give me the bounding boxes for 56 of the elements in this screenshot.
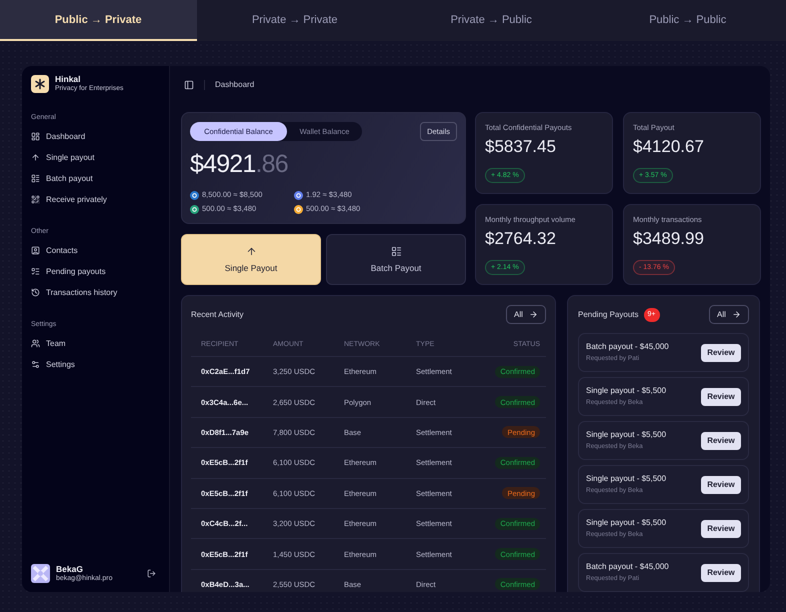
settings-icon <box>31 360 40 369</box>
view-all-button[interactable]: All <box>506 305 546 324</box>
sidebar-item[interactable]: Transactions history <box>31 282 118 303</box>
payout-action-button[interactable]: Batch Payout <box>326 234 466 285</box>
history-icon <box>31 288 40 297</box>
sidebar-item[interactable]: Receive privately <box>31 189 107 210</box>
panel-title: Recent Activity <box>191 310 244 319</box>
stat-value: $2764.32 <box>485 229 556 249</box>
panel-title: Pending Payouts <box>578 310 638 319</box>
review-button[interactable]: Review <box>701 564 741 582</box>
review-button[interactable]: Review <box>701 344 741 362</box>
payout-title: Single payout - $5,500 <box>586 386 666 396</box>
contact-card-icon <box>31 246 40 255</box>
qr-code-icon <box>31 195 40 204</box>
sidebar-item[interactable]: Team <box>31 333 66 354</box>
review-button[interactable]: Review <box>701 432 741 450</box>
review-button[interactable]: Review <box>701 476 741 494</box>
payout-title: Batch payout - $45,000 <box>586 562 669 572</box>
list-icon <box>31 174 40 183</box>
payout-title: Single payout - $5,500 <box>586 430 666 440</box>
sidebar-item[interactable]: Pending payouts <box>31 261 106 282</box>
payout-title: Single payout - $5,500 <box>586 518 666 528</box>
arrow-right-icon <box>732 310 741 319</box>
stat-value: $4120.67 <box>633 137 704 157</box>
arrow-up-icon <box>31 153 40 162</box>
mode-tab[interactable]: Private → Private <box>196 0 393 41</box>
list-icon <box>390 246 402 257</box>
arrow-right-icon <box>528 310 538 319</box>
brand-name: Hinkal <box>55 75 81 84</box>
payout-title: Batch payout - $45,000 <box>586 342 669 352</box>
sidebar-item[interactable]: Settings <box>31 354 75 375</box>
logo-icon <box>31 75 49 93</box>
mode-tab[interactable]: Public → Private <box>0 0 196 41</box>
dashboard-icon <box>31 132 40 141</box>
mode-tab[interactable]: Private → Public <box>393 0 590 41</box>
avatar-icon <box>31 564 50 583</box>
sidebar-item[interactable]: Batch payout <box>31 168 93 189</box>
stat-value: $3489.99 <box>633 229 704 249</box>
users-icon <box>31 339 40 348</box>
review-button[interactable]: Review <box>701 520 741 538</box>
sidebar-item[interactable]: Contacts <box>31 240 78 261</box>
checklist-icon <box>31 267 40 276</box>
user-name: BekaG <box>56 564 83 574</box>
review-button[interactable]: Review <box>701 388 741 406</box>
mode-tab[interactable]: Public → Public <box>590 0 786 41</box>
stat-value: $5837.45 <box>485 137 556 157</box>
balance-amount: $4921.86 <box>190 150 288 178</box>
payout-title: Single payout - $5,500 <box>586 474 666 484</box>
sidebar-item[interactable]: Single payout <box>31 147 94 168</box>
logout-icon[interactable] <box>147 569 156 578</box>
view-all-button[interactable]: All <box>709 305 749 324</box>
sidebar-toggle-icon[interactable] <box>184 80 194 90</box>
arrow-up-icon <box>246 246 256 257</box>
sidebar-item[interactable]: Dashboard <box>31 126 86 147</box>
breadcrumb: Dashboard <box>215 80 254 89</box>
payout-action-button[interactable]: Single Payout <box>181 234 321 285</box>
